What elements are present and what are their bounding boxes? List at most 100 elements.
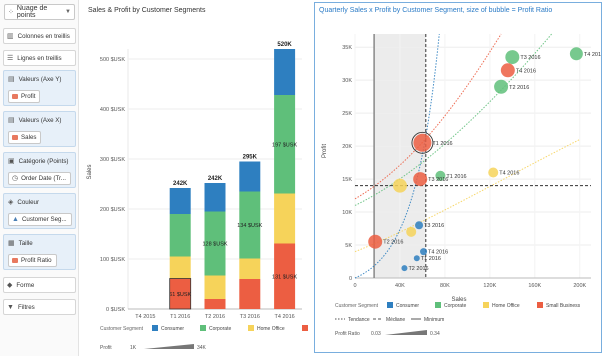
axis-icon: ▤ (8, 76, 15, 83)
shape-dropzone[interactable]: ◆ Forme (3, 277, 76, 293)
sales-chip-label: Sales (21, 134, 37, 141)
x-axis-values-dropzone[interactable]: ▤ Valeurs (Axe X) Sales (3, 111, 76, 147)
order-date-chip[interactable]: ◷ Order Date (Tr... (8, 172, 71, 185)
legend-item-corporate: Corporate (209, 326, 231, 332)
reference-legend-tendance: Tendance (348, 317, 370, 323)
bubble-label: T4 2016 (516, 68, 536, 74)
bar-segment-home-office (274, 193, 296, 244)
legend-item-home-office: Home Office (492, 303, 520, 309)
measure-icon (12, 135, 18, 140)
size-legend-min: 0.03 (371, 331, 381, 337)
color-label: Couleur (17, 199, 40, 206)
bar-chart: 0 $USK 100 $USK 200 $USK 300 $USK 400 $USK 50… (87, 42, 308, 351)
palette-icon: ◈ (8, 199, 14, 206)
chart-type-dropdown[interactable]: ⁘ Nuage de points ▼ (4, 4, 75, 20)
bubble-home-office (406, 226, 417, 237)
bubble-label: T1 2016 (432, 141, 452, 147)
scatter-chart: 0 5K 10K 15K 20K 25K 30K 35K 0 40K 80K 120K 160K 200K… (322, 33, 601, 337)
legend-swatch-consumer (152, 325, 158, 331)
category-dropzone[interactable]: ▣ Catégorie (Points) ◷ Order Date (Tr... (3, 152, 76, 188)
filters-dropzone[interactable]: ▼ Filtres (3, 299, 76, 315)
legend-title: Customer Segment (335, 303, 379, 309)
customer-segment-chip-label: Customer Seg... (21, 216, 67, 223)
bar-segment-small-business (204, 299, 226, 309)
scatter-y-tick: 30K (342, 78, 352, 84)
bar-total-label: 242K (208, 176, 223, 182)
chevron-down-icon: ▼ (65, 9, 71, 15)
filters-label: Filtres (17, 303, 35, 311)
bar-total-label: 242K (173, 181, 188, 187)
x-axis-label: Valeurs (Axe X) (18, 117, 62, 124)
profit-ratio-chip[interactable]: Profit Ratio (8, 254, 57, 267)
bar-segment-label: 134 $USK (237, 223, 262, 229)
bubble-corporate (569, 47, 583, 61)
bubble-small-business (413, 172, 428, 187)
scatter-x-tick: 200K (573, 283, 586, 289)
color-dropzone[interactable]: ◈ Couleur ▲ Customer Seg... (3, 193, 76, 229)
trellis-columns-label: Colonnes en treillis (17, 32, 70, 40)
bar-segment-home-office (169, 256, 191, 279)
size-legend-wedge (385, 330, 427, 335)
axis-icon: ▤ (8, 117, 15, 124)
bar-y-tick: 100 $USK (100, 257, 125, 263)
size-legend-max: 34K (197, 345, 207, 351)
reference-legend-minimum: Minimum (424, 317, 444, 323)
bar-segment-small-business (239, 279, 261, 309)
sales-chip[interactable]: Sales (8, 131, 42, 144)
y-axis-values-dropzone[interactable]: ▤ Valeurs (Axe Y) Profit (3, 70, 76, 106)
size-legend-wedge (144, 344, 194, 349)
clock-icon: ◷ (12, 175, 19, 182)
filter-icon: ▼ (7, 303, 14, 311)
profit-ratio-chip-label: Profit Ratio (21, 257, 52, 264)
legend-item-small-business: Small Business (546, 303, 581, 309)
bubble-label: T3 2016 (428, 177, 448, 183)
bar-y-tick: 400 $USK (100, 107, 125, 113)
scatter-chart-icon: ⁘ (8, 8, 14, 16)
profit-chip[interactable]: Profit (8, 90, 41, 103)
legend-swatch-small-business (537, 302, 543, 308)
bar-y-axis-title: Sales (87, 164, 93, 179)
attribute-icon: ▲ (12, 216, 19, 223)
rows-icon: ☰ (7, 54, 14, 62)
bar-x-tick: T1 2016 (170, 314, 190, 320)
bar-segment-label: 131 $USK (272, 274, 297, 280)
size-dropzone[interactable]: ▦ Taille Profit Ratio (3, 234, 76, 270)
properties-panel: ⁘ Nuage de points ▼ ▥ Colonnes en treill… (0, 0, 79, 356)
scatter-y-axis-title: Profit (322, 144, 328, 158)
bubble-small-business (413, 133, 432, 152)
bar-segment-corporate (169, 214, 191, 257)
legend-swatch-consumer (387, 302, 393, 308)
bar-total-label: 295K (243, 155, 258, 161)
legend-swatch-home-office (483, 302, 489, 308)
scatter-chart-title: Quarterly Sales x Profit by Customer Seg… (319, 7, 553, 14)
scatter-y-tick: 10K (342, 210, 352, 216)
bubble-label: T1 2016 (421, 256, 441, 262)
reference-legend-m-diane: Médiane (386, 317, 405, 323)
scatter-y-tick: 35K (342, 45, 352, 51)
bubble-label: T2 2016 (383, 240, 403, 246)
bar-x-tick: T3 2016 (240, 314, 260, 320)
legend-item-consumer: Consumer (161, 326, 184, 332)
bubble-label: T4 2016 (428, 250, 448, 256)
size-legend-label: Profit (100, 345, 112, 351)
trellis-columns-dropzone[interactable]: ▥ Colonnes en treillis (3, 28, 76, 44)
bar-x-tick: T4 2015 (135, 314, 155, 320)
trellis-rows-dropzone[interactable]: ☰ Lignes en treillis (3, 50, 76, 66)
bar-segment-label: 61 $USK (169, 292, 191, 298)
bubble-consumer (415, 221, 424, 230)
bubble-label: T4 2016 (499, 170, 519, 176)
trellis-rows-label: Lignes en treillis (17, 54, 62, 62)
measure-icon (12, 258, 18, 263)
bar-chart-title: Sales & Profit by Customer Segments (88, 7, 206, 14)
legend-item-consumer: Consumer (396, 303, 419, 309)
bar-x-tick: T2 2016 (205, 314, 225, 320)
customer-segment-chip[interactable]: ▲ Customer Seg... (8, 213, 72, 226)
bar-y-tick: 300 $USK (100, 157, 125, 163)
scatter-x-tick: 80K (440, 283, 450, 289)
bar-segment-consumer (239, 161, 261, 192)
bar-segment-home-office (204, 275, 226, 299)
legend-item-corporate: Corporate (444, 303, 466, 309)
bubble-label: T1 2016 (446, 174, 466, 180)
scatter-y-tick: 15K (342, 177, 352, 183)
bubble-small-business (368, 234, 383, 249)
